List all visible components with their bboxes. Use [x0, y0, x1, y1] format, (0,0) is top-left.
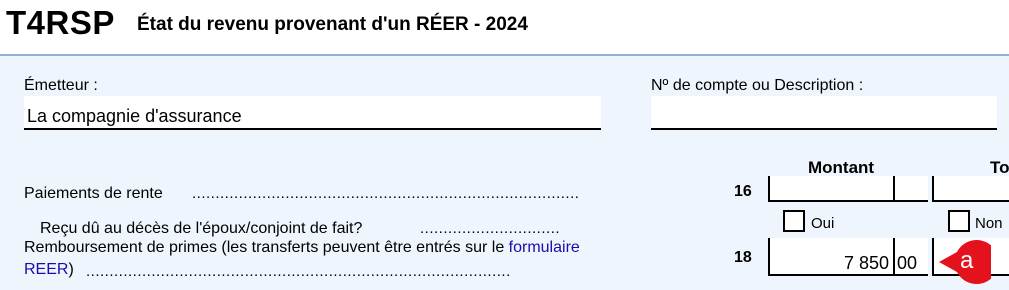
annuity-second-field[interactable] — [932, 176, 1009, 202]
account-field[interactable] — [651, 96, 997, 130]
box-number-16: 16 — [734, 183, 752, 200]
issuer-field[interactable]: La compagnie d'assurance — [24, 96, 601, 130]
deceased-question-leader: .............................. — [420, 220, 561, 237]
annuity-cents-separator — [893, 176, 895, 202]
issuer-value: La compagnie d'assurance — [27, 106, 242, 126]
yes-checkbox[interactable] — [783, 210, 805, 232]
annuity-amount-field[interactable] — [768, 176, 928, 202]
form-link[interactable]: formulaire — [509, 239, 580, 256]
refund-cents-separator — [893, 238, 895, 276]
no-checkbox[interactable] — [948, 210, 970, 232]
yes-checkbox-label: Oui — [811, 215, 835, 232]
form-header: T4RSP État du revenu provenant d'un RÉER… — [0, 0, 1009, 56]
refund-label-line-2: REER) — [24, 260, 74, 279]
form-code: T4RSP — [6, 4, 115, 41]
annotation-badge-text: a — [960, 247, 974, 274]
amount-column-header: Montant — [808, 158, 875, 177]
box-number-18: 18 — [734, 249, 752, 266]
refund-label-suffix: ) — [68, 261, 74, 278]
refund-label-prefix: Remboursement de primes (les transferts … — [24, 239, 509, 256]
refund-label-line-1: Remboursement de primes (les transferts … — [24, 238, 580, 257]
form-title: État du revenu provenant d'un RÉER - 202… — [137, 14, 528, 35]
deceased-question-label: Reçu dû au décès de l'époux/conjoint de … — [40, 220, 363, 237]
reer-link[interactable]: REER — [24, 261, 68, 278]
refund-leader: ........................................… — [86, 263, 511, 280]
no-checkbox-label: Non — [975, 215, 1003, 232]
issuer-label: Émetteur : — [24, 77, 98, 94]
annuity-label: Paiements de rente — [24, 185, 163, 202]
account-label: Nº de compte ou Description : — [651, 77, 864, 94]
annuity-leader: ........................................… — [192, 185, 580, 202]
second-column-header: To — [990, 158, 1009, 177]
refund-amount-cents: 00 — [897, 253, 918, 273]
refund-amount-value: 7 850 — [843, 253, 889, 273]
